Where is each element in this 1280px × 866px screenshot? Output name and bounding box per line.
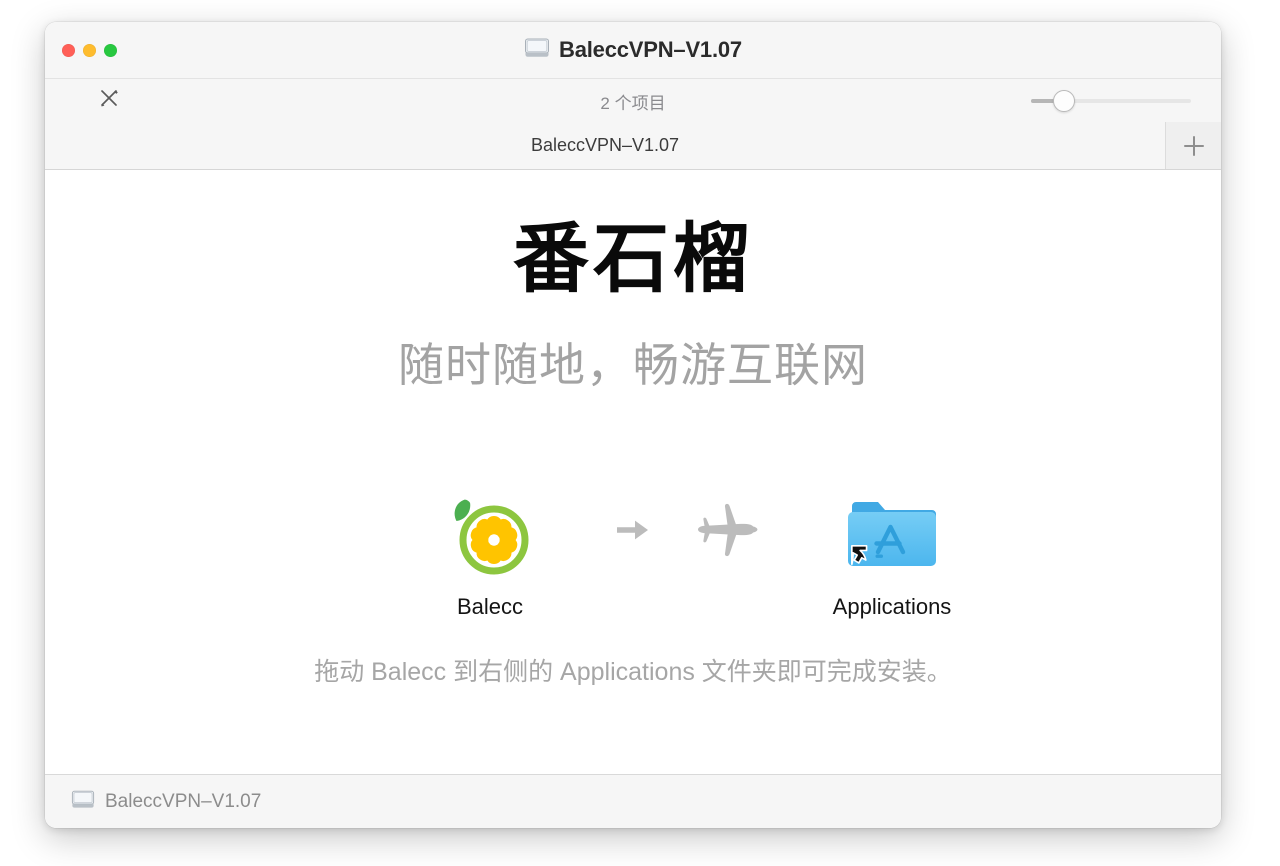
airplane-icon bbox=[694, 502, 760, 563]
install-hint-text: 拖动 Balecc 到右侧的 Applications 文件夹即可完成安装。 bbox=[314, 658, 952, 686]
add-tab-button[interactable] bbox=[1165, 122, 1221, 169]
source-app-label: Balecc bbox=[456, 594, 524, 619]
right-arrow-icon bbox=[615, 515, 651, 550]
tab-baleccvpn[interactable]: BaleccVPN–V1.07 bbox=[45, 122, 1165, 169]
drag-install-row: Balecc Applications bbox=[45, 482, 1221, 642]
applications-folder-label: Applications bbox=[832, 594, 952, 619]
tab-bar: BaleccVPN–V1.07 bbox=[45, 122, 1221, 170]
status-path-label: BaleccVPN–V1.07 bbox=[105, 790, 262, 812]
disk-drive-icon bbox=[524, 37, 550, 64]
dmg-content-area: 番石榴 随时随地，畅游互联网 Balecc Applications 拖动 Ba… bbox=[45, 170, 1221, 774]
source-app-item[interactable]: Balecc bbox=[370, 482, 610, 618]
close-button[interactable] bbox=[62, 43, 75, 57]
title-bar-center: BaleccVPN–V1.07 bbox=[45, 22, 1221, 78]
minimize-button[interactable] bbox=[83, 43, 96, 57]
applications-folder-alias-icon bbox=[772, 482, 1012, 582]
window-title: BaleccVPN–V1.07 bbox=[559, 37, 742, 62]
plus-icon bbox=[1183, 135, 1204, 156]
guava-citrus-app-icon bbox=[370, 482, 610, 582]
tab-label: BaleccVPN–V1.07 bbox=[530, 135, 680, 155]
zoom-button[interactable] bbox=[104, 43, 117, 57]
icon-size-slider[interactable] bbox=[1031, 89, 1191, 112]
disk-drive-icon bbox=[71, 789, 95, 815]
finder-dmg-window: BaleccVPN–V1.07 2 个项目 BaleccVPN–V1.07 番石… bbox=[45, 22, 1221, 828]
title-bar: BaleccVPN–V1.07 bbox=[45, 22, 1221, 78]
applications-folder-item[interactable]: Applications bbox=[772, 482, 1012, 618]
traffic-light-group bbox=[62, 22, 117, 78]
status-bar: BaleccVPN–V1.07 bbox=[45, 774, 1221, 828]
brand-subtitle: 随时随地，畅游互联网 bbox=[398, 339, 868, 391]
toolbar: 2 个项目 bbox=[45, 78, 1221, 122]
brand-title: 番石榴 bbox=[513, 217, 753, 302]
slider-thumb[interactable] bbox=[1053, 89, 1075, 112]
drag-direction-indicator bbox=[615, 490, 760, 574]
